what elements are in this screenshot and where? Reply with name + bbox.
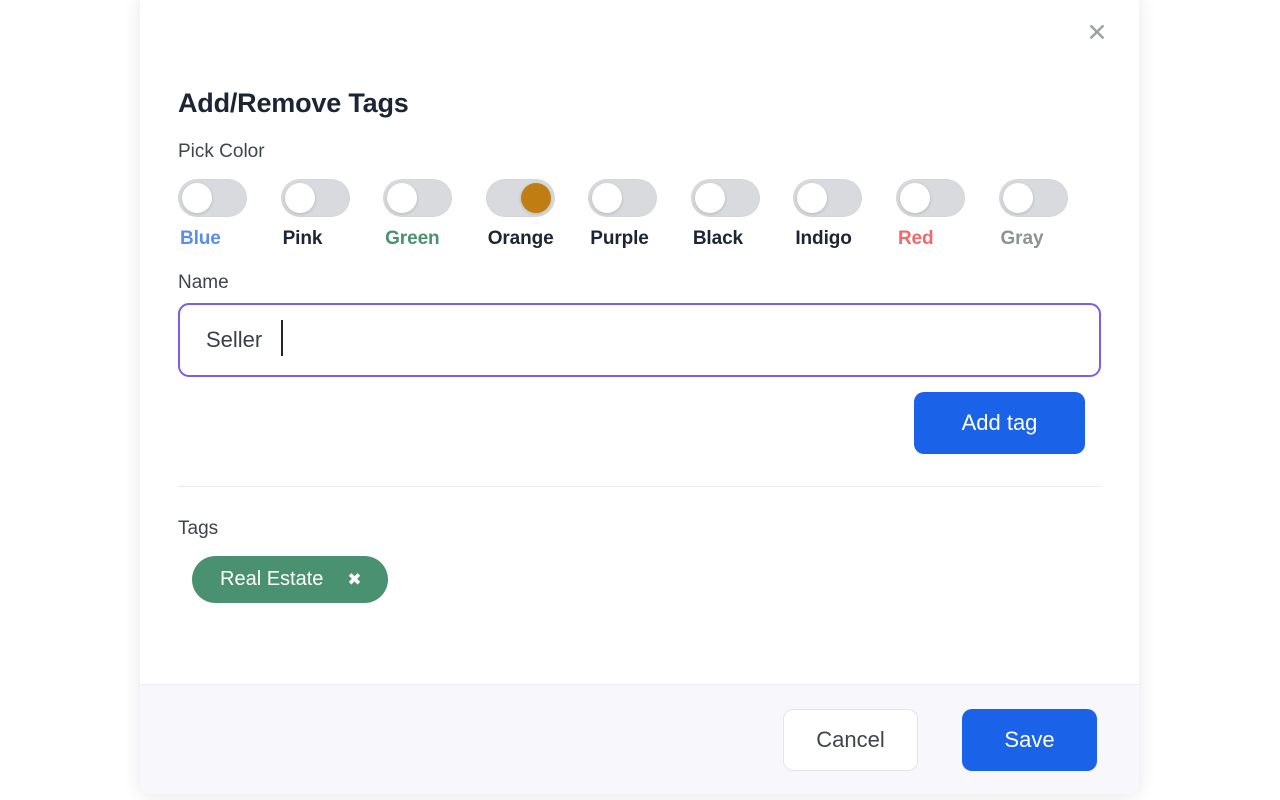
toggle-switch-green[interactable] <box>383 179 453 217</box>
color-toggle-purple[interactable]: Purple <box>588 179 691 250</box>
modal-footer: Cancel Save <box>140 684 1139 794</box>
color-toggle-indigo[interactable]: Indigo <box>793 179 896 250</box>
toggle-knob <box>182 183 212 213</box>
add-remove-tags-modal: ✕ Add/Remove Tags Pick Color Blue Pink Gre… <box>140 0 1139 794</box>
pick-color-label: Pick Color <box>178 141 265 162</box>
text-caret <box>281 320 283 356</box>
toggle-switch-indigo[interactable] <box>793 179 863 217</box>
color-toggle-pink[interactable]: Pink <box>280 179 384 250</box>
toggle-knob <box>1002 183 1033 213</box>
section-divider <box>178 486 1101 487</box>
toggle-switch-blue[interactable] <box>178 179 247 217</box>
toggle-switch-pink[interactable] <box>280 179 350 217</box>
color-label-black: Black <box>692 228 744 249</box>
color-toggle-blue[interactable]: Blue <box>178 179 281 250</box>
toggle-knob <box>284 183 315 213</box>
close-icon[interactable]: ✕ <box>1080 16 1114 50</box>
mouse-pointer-hand-icon <box>1138 450 1139 490</box>
color-label-gray: Gray <box>1000 228 1044 249</box>
toggle-knob <box>520 183 551 213</box>
toggle-knob <box>387 183 418 213</box>
toggle-knob <box>592 183 623 213</box>
save-button[interactable]: Save <box>962 708 1097 771</box>
color-label-green: Green <box>385 228 440 249</box>
toggle-knob <box>899 183 930 213</box>
add-tag-button[interactable]: Add tag <box>914 392 1085 454</box>
toggle-switch-red[interactable] <box>895 179 965 217</box>
tag-name-input[interactable] <box>178 303 1101 377</box>
toggle-switch-black[interactable] <box>690 179 760 217</box>
tags-label: Tags <box>178 518 219 539</box>
modal-body: ✕ Add/Remove Tags Pick Color Blue Pink Gre… <box>140 0 1139 684</box>
toggle-knob <box>797 183 828 213</box>
name-input-wrap <box>178 303 1101 377</box>
color-toggle-red[interactable]: Red <box>895 179 999 250</box>
toggle-knob <box>694 183 725 213</box>
tag-list: Real Estate ✖ <box>178 556 1101 603</box>
color-label-orange: Orange <box>487 228 554 249</box>
toggle-switch-gray[interactable] <box>998 179 1068 217</box>
cancel-button[interactable]: Cancel <box>783 708 918 771</box>
tag-chip: Real Estate ✖ <box>192 556 388 603</box>
color-toggle-black[interactable]: Black <box>690 179 794 250</box>
color-toggle-gray[interactable]: Gray <box>998 179 1102 250</box>
color-picker-row: Blue Pink Green Orange Purple Black Indigo Red G… <box>178 179 1101 250</box>
color-toggle-green[interactable]: Green <box>383 179 486 250</box>
toggle-switch-purple[interactable] <box>588 179 658 217</box>
tag-chip-label: Real Estate <box>220 568 324 590</box>
tag-remove-icon[interactable]: ✖ <box>345 569 363 590</box>
color-label-red: Red <box>897 228 934 249</box>
color-label-blue: Blue <box>180 228 221 249</box>
page-title: Add/Remove Tags <box>178 88 409 118</box>
color-toggle-orange[interactable]: Orange <box>485 179 589 250</box>
color-label-purple: Purple <box>590 228 649 249</box>
name-label: Name <box>178 272 229 293</box>
toggle-switch-orange[interactable] <box>485 179 555 217</box>
add-tag-row: Add tag <box>178 392 1101 454</box>
color-label-pink: Pink <box>282 228 323 249</box>
color-label-indigo: Indigo <box>795 228 852 249</box>
page-root: ✕ Add/Remove Tags Pick Color Blue Pink Gre… <box>0 0 1280 800</box>
